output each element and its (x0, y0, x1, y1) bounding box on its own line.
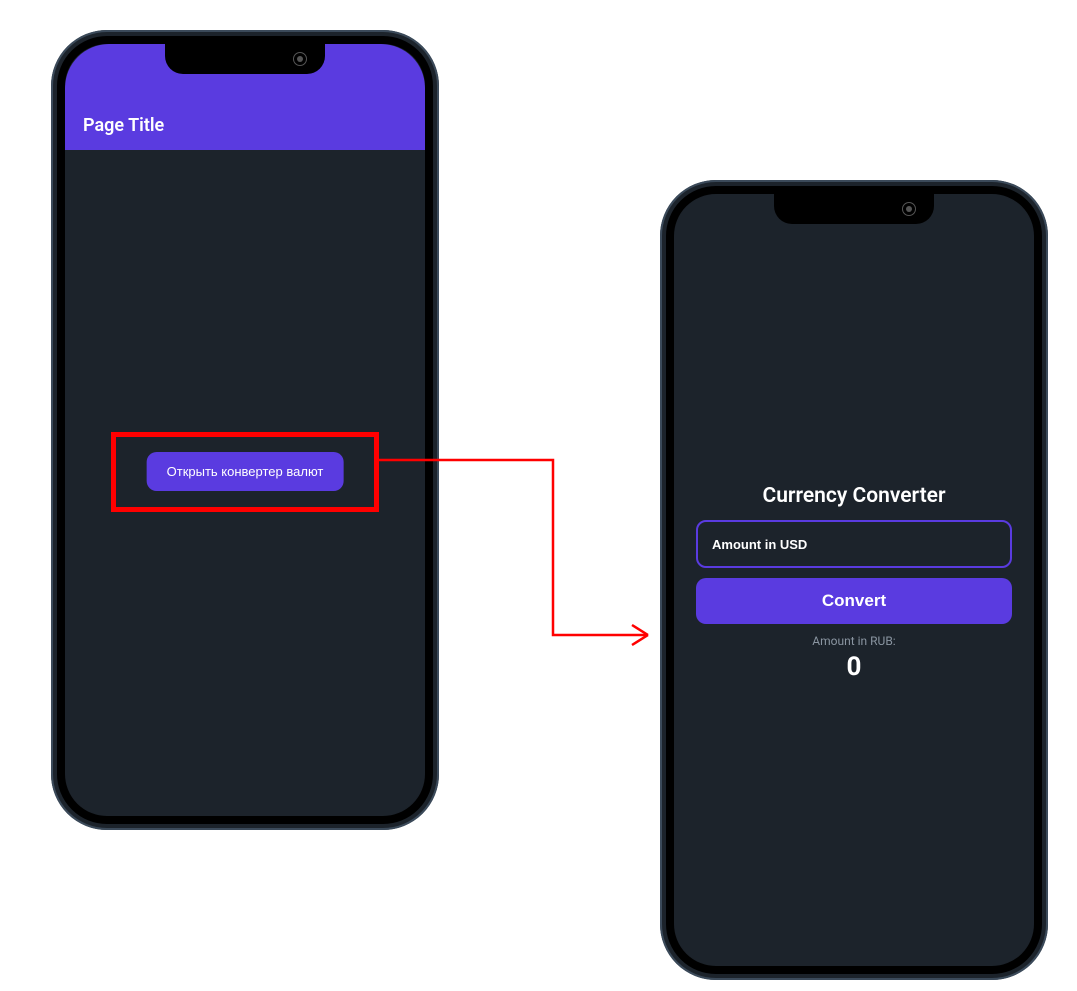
diagram-canvas: Page Title Открыть конвертер валют Curre… (0, 0, 1077, 991)
page-title: Page Title (83, 115, 164, 136)
phone-mockup-2: Currency Converter Convert Amount in RUB… (660, 180, 1048, 980)
amount-usd-input[interactable] (696, 520, 1012, 568)
camera-icon (902, 202, 916, 216)
screen-body: Currency Converter Convert Amount in RUB… (674, 194, 1034, 966)
phone-notch (165, 44, 325, 74)
screen-1: Page Title Открыть конвертер валют (65, 44, 425, 816)
open-converter-button[interactable]: Открыть конвертер валют (147, 452, 344, 491)
convert-button[interactable]: Convert (696, 578, 1012, 624)
converter-title: Currency Converter (762, 484, 945, 508)
screen-body: Открыть конвертер валют (65, 150, 425, 816)
result-label: Amount in RUB: (812, 634, 895, 648)
phone-notch (774, 194, 934, 224)
camera-icon (293, 52, 307, 66)
result-value: 0 (847, 652, 862, 682)
phone-mockup-1: Page Title Открыть конвертер валют (51, 30, 439, 830)
screen-2: Currency Converter Convert Amount in RUB… (674, 194, 1034, 966)
